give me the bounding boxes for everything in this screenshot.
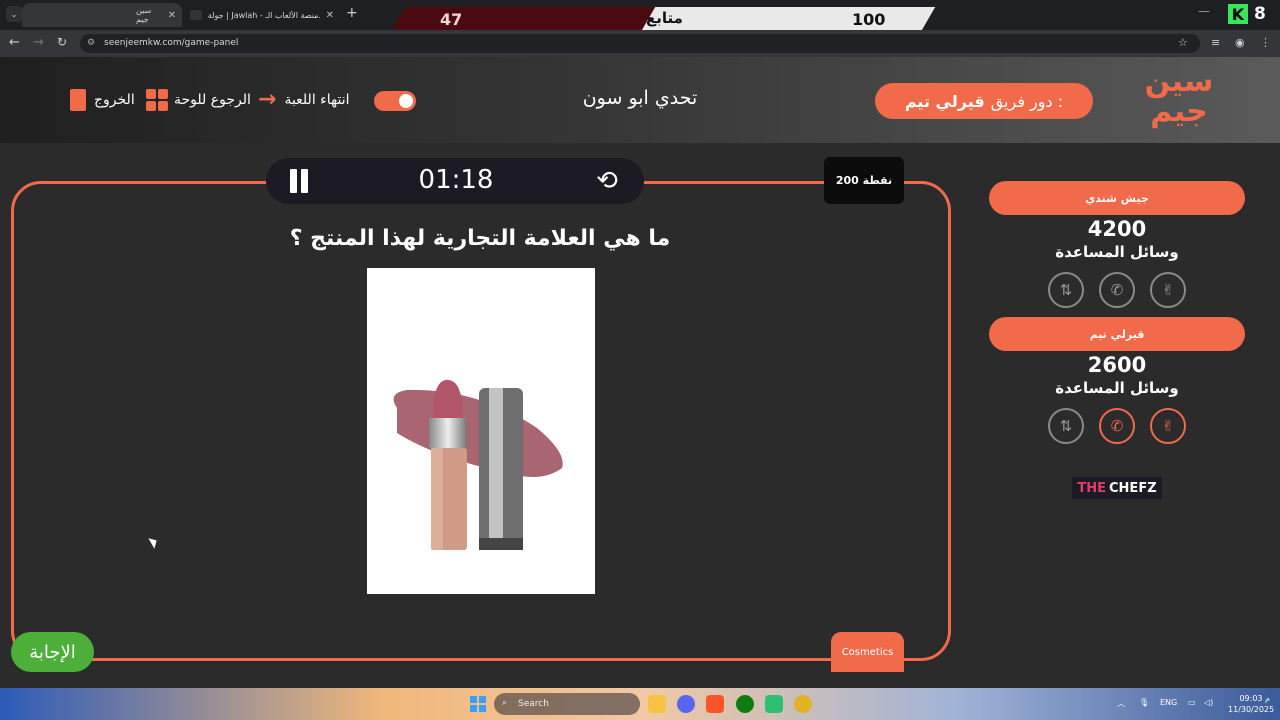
k-count: 8 — [1254, 4, 1266, 24]
team-1-peace-aid-icon[interactable]: ✌ — [1150, 272, 1186, 308]
turn-team-name: قيرلي تيم — [904, 91, 985, 111]
brand-logo: سين جيم — [1144, 67, 1214, 135]
reset-timer-icon[interactable]: ⟲ — [592, 166, 622, 196]
toggle-knob-icon — [399, 94, 413, 108]
points-badge: 200 نقطة — [824, 157, 904, 204]
banner-center-label: متابع — [646, 9, 683, 27]
game-title: تحدي ابو سون — [582, 87, 698, 109]
bookmark-star-icon[interactable]: ☆ — [1178, 36, 1188, 49]
category-tag: Cosmetics — [831, 632, 904, 672]
sponsor-part1: THE — [1077, 480, 1107, 496]
network-icon[interactable]: ▭ — [1188, 698, 1196, 707]
back-to-board-label: الرجوع للوحة — [174, 92, 251, 108]
sponsor-logo: THE CHEFZ — [1072, 477, 1162, 499]
site-info-icon[interactable]: ⚙ — [87, 38, 95, 48]
exit-label: الخروج — [94, 92, 135, 108]
tab-jawlah[interactable]: جولة | Jawlah - منصة الألعاب الـ... ✕ — [184, 3, 340, 27]
banner-right-score: 100 — [852, 10, 886, 29]
banner-right-panel — [640, 7, 936, 32]
brave-icon[interactable] — [706, 695, 724, 713]
tab-title: سين جيم — [136, 6, 152, 24]
reload-icon[interactable]: ↻ — [57, 35, 67, 49]
tab-close-icon[interactable]: ✕ — [326, 10, 334, 21]
show-answer-button[interactable]: الإجابة — [11, 632, 94, 672]
timer-bar: 01:18 ⟲ — [266, 158, 644, 204]
brand-logo-line1: سين — [1144, 64, 1214, 99]
product-image — [367, 268, 595, 594]
system-clock[interactable]: 09:03 م 11/30/2025 — [1228, 693, 1275, 715]
team-2-score: 2600 — [1087, 353, 1147, 377]
new-tab-button[interactable]: + — [346, 5, 358, 21]
end-game-button[interactable]: → انتهاء اللعبة — [258, 89, 349, 111]
search-icon: ⌕ — [502, 698, 508, 708]
question-text: ما هي العلامة التجارية لهذا المنتج ؟ — [289, 226, 671, 251]
team-1-score: 4200 — [1087, 217, 1147, 241]
minimize-icon[interactable]: — — [1198, 4, 1210, 18]
exit-door-icon — [70, 89, 86, 111]
team-1-name: جيش شندي — [989, 181, 1245, 215]
language-indicator[interactable]: ENG — [1160, 698, 1177, 707]
tab-close-icon[interactable]: ✕ — [168, 10, 176, 21]
team-2-swap-aid-icon[interactable]: ⇅ — [1048, 408, 1084, 444]
microphone-icon[interactable]: 🎙 — [1139, 698, 1149, 707]
menu-kebab-icon[interactable]: ⋮ — [1260, 36, 1271, 49]
windows-start-icon[interactable] — [470, 696, 486, 712]
team-2-peace-aid-icon[interactable]: ✌ — [1150, 408, 1186, 444]
file-explorer-icon[interactable] — [648, 695, 666, 713]
xbox-icon[interactable] — [736, 695, 754, 713]
clock-date: 11/30/2025 — [1228, 705, 1275, 714]
brand-logo-line2: جيم — [1150, 94, 1208, 129]
timer-value: 01:18 — [418, 165, 494, 195]
lipstick-illustration — [393, 379, 563, 550]
url-field[interactable]: seenjeemkw.com/game-panel — [80, 34, 1200, 53]
team-1-aids-label: وسائل المساعدة — [1055, 243, 1179, 261]
streaming-app-icon[interactable] — [765, 695, 783, 713]
team-2-phone-aid-icon[interactable]: ✆ — [1099, 408, 1135, 444]
game-header: الخروج الرجوع للوحة → انتهاء اللعبة تحدي… — [0, 57, 1280, 143]
end-game-label: انتهاء اللعبة — [284, 92, 350, 108]
tab-title: جولة | Jawlah - منصة الألعاب الـ... — [207, 10, 320, 20]
taskbar: Search ⌕ ︿ 🎙 ENG ▭ ◁) 09:03 م 11/30/2025 — [0, 688, 1280, 720]
team-1-phone-aid-icon[interactable]: ✆ — [1099, 272, 1135, 308]
team-2-aids-label: وسائل المساعدة — [1055, 379, 1179, 397]
tab-favicon-icon — [190, 10, 202, 20]
back-arrow-icon[interactable]: ← — [9, 35, 20, 50]
banner-left-panel — [390, 7, 668, 32]
exit-button[interactable]: الخروج — [70, 89, 135, 111]
pause-icon[interactable] — [290, 169, 308, 193]
team-2-name: قيرلي تيم — [989, 317, 1245, 351]
toggle-switch[interactable] — [374, 91, 416, 111]
taskbar-search[interactable]: Search — [494, 693, 640, 715]
banner-left-score: 47 — [440, 10, 463, 29]
grid-icon — [146, 89, 168, 111]
address-bar: ← → ↻ seenjeemkw.com/game-panel ⚙ ☆ ≡ ◉ … — [0, 30, 1280, 57]
media-icon[interactable]: ≡ — [1211, 36, 1220, 49]
clock-time: 09:03 م — [1239, 694, 1270, 703]
discord-icon[interactable] — [677, 695, 695, 713]
volume-icon[interactable]: ◁) — [1204, 698, 1213, 707]
tray-chevron-icon[interactable]: ︿ — [1117, 698, 1125, 709]
back-to-board-button[interactable]: الرجوع للوحة — [146, 89, 251, 111]
team-1-swap-aid-icon[interactable]: ⇅ — [1048, 272, 1084, 308]
chrome-icon[interactable] — [794, 695, 812, 713]
forward-arrow-icon[interactable]: → — [33, 35, 44, 50]
profile-icon[interactable]: ◉ — [1235, 36, 1245, 49]
score-banner: 47 متابع 100 — [390, 7, 936, 32]
turn-indicator: قيرلي تيم دور فريق : — [875, 83, 1093, 119]
sponsor-part2: CHEFZ — [1109, 480, 1157, 496]
tab-seenjeem[interactable]: سين جيم ✕ — [22, 3, 182, 27]
k-logo-icon: K — [1228, 4, 1248, 24]
arrow-right-icon: → — [258, 87, 277, 112]
turn-prefix: دور فريق : — [990, 91, 1064, 111]
tab-list-chevron-icon[interactable]: ⌄ — [6, 6, 22, 22]
